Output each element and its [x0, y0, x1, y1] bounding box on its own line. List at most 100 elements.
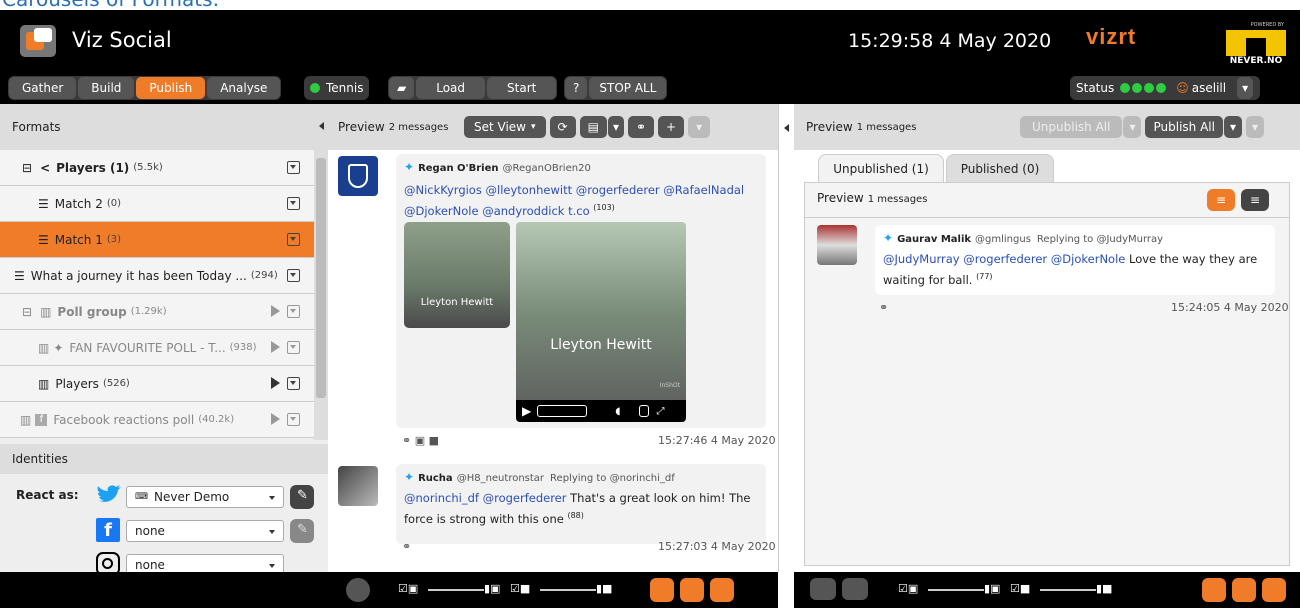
image-slider[interactable] [928, 589, 984, 591]
collapse-icon[interactable]: ⊟ [22, 305, 32, 319]
format-row-poll-group[interactable]: ⊟ ▥ Poll group (1.29k) [0, 294, 314, 330]
formats-scrollbar[interactable] [314, 150, 328, 440]
image-toggle-icon[interactable]: ☑▣ [898, 582, 918, 595]
dropdown-icon[interactable]: ▾ [688, 116, 711, 138]
play-icon[interactable]: ▶ [522, 404, 531, 418]
video-progress[interactable] [537, 405, 588, 417]
volume-slider[interactable] [638, 405, 649, 417]
twitter-account-select[interactable]: ⌨ Never Demo [126, 486, 284, 508]
format-row-players-poll[interactable]: ▥ Players (526) [0, 366, 314, 402]
video-toggle-icon[interactable]: ☑■ [510, 582, 530, 595]
publish-tab[interactable]: Publish [136, 77, 206, 99]
link-icon[interactable]: ⚭ [627, 116, 655, 138]
facebook-account-select[interactable]: none [126, 520, 284, 542]
gather-tab[interactable]: Gather [9, 77, 77, 99]
dropdown-icon[interactable] [287, 341, 300, 354]
tweet-card[interactable]: ✦ Rucha @H8_neutronstar Replying to @norinc… [396, 464, 766, 544]
reply-label: Replying to @JudyMurray [1036, 234, 1164, 245]
frame-icon[interactable] [1262, 578, 1286, 602]
volume-icon[interactable]: ◖ [615, 406, 620, 417]
align-right-icon[interactable]: ≡ [1241, 189, 1269, 211]
refresh-icon[interactable]: ⟳ [549, 116, 576, 138]
analyse-tab[interactable]: Analyse [207, 77, 281, 99]
unpublish-all-button[interactable]: Unpublish All [1020, 116, 1123, 138]
username[interactable]: aselill [1192, 81, 1226, 95]
start-button[interactable]: Start [487, 77, 557, 99]
tab-unpublished[interactable]: Unpublished (1) [818, 154, 944, 182]
format-row-match-2[interactable]: ☰ Match 2 (0) [0, 186, 314, 222]
link-icon[interactable]: ⚭ [402, 434, 411, 447]
preview-panel: Preview 2 messages Set View ▾ ⟳ ▤ ▾ ⚭ + ▾ … [328, 104, 778, 572]
image-toggle-icon[interactable]: ☑▣ [398, 582, 418, 595]
format-row-journey[interactable]: ☰ What a journey it has been Today ... (2… [0, 258, 314, 294]
tab-published[interactable]: Published (0) [946, 154, 1054, 182]
dropdown-icon[interactable]: ▾ [1245, 116, 1265, 138]
play-icon[interactable] [271, 413, 280, 425]
image-slider[interactable] [428, 589, 484, 591]
link-icon[interactable]: ⚭ [879, 301, 888, 314]
user-menu-icon[interactable]: ▾ [1237, 77, 1254, 99]
publish-all-button[interactable]: Publish All [1145, 116, 1223, 138]
tweet-image[interactable]: Lleyton Hewitt [404, 222, 510, 328]
format-row-players-group[interactable]: ⊟ < Players (1) (5.5k) [0, 150, 314, 186]
document-icon[interactable]: ▤ [579, 116, 607, 138]
fullscreen-icon[interactable]: ⤢ [657, 406, 665, 417]
folder-icon[interactable]: ▰ [389, 77, 415, 99]
tweet-card[interactable]: ✦ Regan O'Brien @ReganOBrien20 @NickKyrgio… [396, 154, 766, 428]
frame-icon[interactable] [710, 578, 734, 602]
load-start-group: ▰ Load Start [388, 76, 558, 100]
set-view-button[interactable]: Set View ▾ [464, 116, 546, 138]
compose-facebook-button[interactable]: ✎ [290, 519, 314, 543]
video-slider[interactable] [1040, 589, 1096, 591]
format-row-match-1[interactable]: ☰ Match 1 (3) [0, 222, 314, 258]
document-dropdown-icon[interactable]: ▾ [607, 116, 624, 138]
help-icon[interactable]: ? [565, 77, 588, 99]
format-row-facebook-poll[interactable]: ▥ f Facebook reactions poll (40.2k) [0, 402, 314, 438]
dropdown-icon[interactable] [287, 269, 300, 282]
dropdown-icon[interactable] [287, 197, 300, 210]
dropdown-icon[interactable] [287, 161, 300, 174]
check-icon[interactable] [810, 578, 836, 600]
user-circle-icon[interactable] [650, 578, 674, 602]
stop-all-button[interactable]: STOP ALL [589, 77, 667, 99]
video-slider[interactable] [540, 589, 596, 591]
list-toggle-icon[interactable] [680, 578, 704, 602]
clock: 15:29:58 4 May 2020 [848, 30, 1052, 52]
collapse-icon[interactable]: ⊟ [22, 161, 32, 175]
record-icon[interactable] [346, 578, 370, 602]
load-button[interactable]: Load [416, 77, 486, 99]
add-icon[interactable]: + [658, 116, 685, 138]
user-circle-icon[interactable] [1202, 578, 1226, 602]
dropdown-icon[interactable] [287, 377, 300, 390]
collapse-right-icon[interactable] [784, 124, 789, 132]
video-icon: ■ [428, 434, 440, 447]
keyboard-icon: ⌨ [135, 492, 148, 502]
list-icon: ☰ [14, 268, 25, 283]
record-icon[interactable] [842, 578, 868, 600]
tweet-card[interactable]: ✦ Gaurav Malik @gmlingus Replying to @JudyM… [875, 225, 1275, 295]
image-icon: ▮▣ [984, 582, 1001, 595]
twitter-icon [97, 485, 121, 502]
build-tab[interactable]: Build [78, 77, 135, 99]
align-left-icon[interactable]: ≡ [1207, 189, 1235, 211]
video-toggle-icon[interactable]: ☑■ [1010, 582, 1030, 595]
dropdown-icon[interactable] [287, 305, 300, 318]
tennis-selector[interactable]: Tennis [304, 76, 370, 100]
video-icon: ▮■ [596, 582, 613, 595]
preview-header: Preview 2 messages Set View ▾ ⟳ ▤ ▾ ⚭ + ▾ [328, 104, 778, 150]
collapse-left-icon[interactable] [319, 122, 324, 130]
compose-twitter-button[interactable]: ✎ [290, 485, 314, 509]
play-icon[interactable] [271, 305, 280, 317]
twitter-icon: ✦ [404, 160, 415, 174]
format-row-fan-poll[interactable]: ▥ ✦ FAN FAVOURITE POLL - T... (938) [0, 330, 314, 366]
list-toggle-icon[interactable] [1232, 578, 1256, 602]
dropdown-icon[interactable] [287, 413, 300, 426]
publish-dropdown-icon[interactable]: ▾ [1223, 116, 1242, 138]
tweet-video[interactable]: Lleyton Hewitt InShOt ▶ ◖ ⤢ [516, 222, 686, 422]
footer-gap [778, 572, 794, 608]
unpublish-dropdown-icon[interactable]: ▾ [1123, 116, 1142, 138]
link-icon[interactable]: ⚭ [402, 540, 411, 553]
dropdown-icon[interactable] [287, 233, 300, 246]
play-icon[interactable] [271, 341, 280, 353]
play-icon[interactable] [271, 377, 280, 389]
